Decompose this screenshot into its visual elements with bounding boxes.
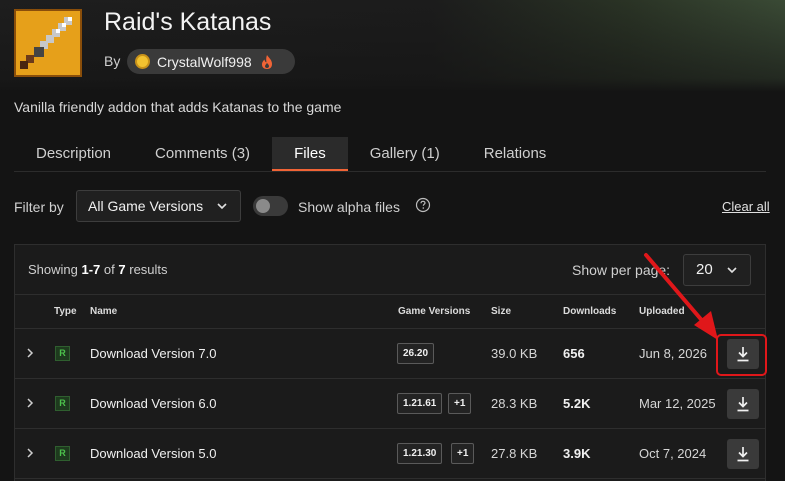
per-page-select[interactable]: 20 [683, 254, 751, 286]
chevron-right-icon[interactable] [25, 396, 35, 410]
release-type-badge: R [55, 396, 70, 411]
author-name: CrystalWolf998 [157, 53, 252, 70]
tab-divider [14, 171, 766, 172]
alpha-files-toggle[interactable] [253, 196, 288, 216]
mod-description: Vanilla friendly addon that adds Katanas… [14, 99, 342, 115]
author-link[interactable]: CrystalWolf998 [127, 49, 295, 74]
download-highlight-box [716, 334, 767, 376]
per-page-value: 20 [696, 261, 713, 278]
katana-icon [16, 11, 80, 75]
download-icon [737, 397, 749, 412]
flame-icon [261, 54, 272, 69]
toggle-knob [256, 199, 270, 213]
results-suffix: results [129, 262, 168, 277]
tab-description[interactable]: Description [14, 137, 133, 171]
file-size: 28.3 KB [491, 396, 538, 411]
header-type[interactable]: Type [54, 306, 77, 317]
header-game-versions[interactable]: Game Versions [398, 306, 470, 317]
header-downloads[interactable]: Downloads [563, 306, 616, 317]
game-version-badge: 26.20 [397, 343, 435, 364]
mod-icon [14, 9, 82, 77]
file-name[interactable]: Download Version 6.0 [90, 396, 216, 411]
file-name[interactable]: Download Version 7.0 [90, 346, 216, 361]
download-count: 3.9K [563, 446, 591, 461]
game-version-badge: 1.21.61 [397, 393, 443, 414]
upload-date: Oct 7, 2024 [639, 446, 707, 461]
table-row[interactable]: R Download Version 5.0 1.21.30 +1 27.8 K… [15, 429, 765, 479]
chevron-down-icon [727, 267, 737, 274]
results-total: 7 [118, 262, 126, 277]
results-of: of [103, 262, 115, 277]
release-type-badge: R [55, 446, 70, 461]
mod-title: Raid's Katanas [104, 8, 272, 36]
extra-versions-badge[interactable]: +1 [448, 393, 472, 414]
tab-bar: Description Comments (3) Files Gallery (… [14, 137, 568, 171]
author-avatar-icon [135, 54, 150, 69]
download-icon [737, 447, 749, 462]
results-range: 1-7 [81, 262, 101, 277]
tab-comments[interactable]: Comments (3) [133, 137, 272, 171]
help-icon[interactable] [415, 197, 431, 213]
chevron-down-icon [217, 203, 227, 210]
file-size: 39.0 KB [491, 346, 538, 361]
file-size: 27.8 KB [491, 446, 538, 461]
tab-files[interactable]: Files [272, 137, 348, 171]
alpha-files-label: Show alpha files [298, 199, 400, 215]
download-button[interactable] [727, 439, 759, 469]
chevron-right-icon[interactable] [25, 346, 35, 360]
showing-prefix: Showing [28, 262, 78, 277]
filter-label: Filter by [14, 199, 64, 215]
clear-all-link[interactable]: Clear all [722, 199, 770, 214]
file-name[interactable]: Download Version 5.0 [90, 446, 216, 461]
header-size[interactable]: Size [491, 306, 511, 317]
results-summary: Showing 1-7 of 7 results [28, 262, 168, 277]
game-version-badge: 1.21.30 [397, 443, 443, 464]
release-type-badge: R [55, 346, 70, 361]
tab-relations[interactable]: Relations [462, 137, 569, 171]
chevron-right-icon[interactable] [25, 446, 35, 460]
download-count: 5.2K [563, 396, 591, 411]
table-row[interactable]: R Download Version 7.0 26.20 39.0 KB 656… [15, 329, 765, 379]
download-button[interactable] [727, 389, 759, 419]
download-count: 656 [563, 346, 585, 361]
header-name[interactable]: Name [90, 306, 117, 317]
table-row[interactable]: R Download Version 6.0 1.21.61 +1 28.3 K… [15, 379, 765, 429]
game-version-value: All Game Versions [88, 198, 204, 214]
tab-gallery[interactable]: Gallery (1) [348, 137, 462, 171]
by-label: By [104, 53, 121, 69]
per-page-label: Show per page: [572, 262, 671, 278]
header-uploaded[interactable]: Uploaded [639, 306, 685, 317]
upload-date: Jun 8, 2026 [639, 346, 707, 361]
table-header: Type Name Game Versions Size Downloads U… [15, 294, 765, 329]
extra-versions-badge[interactable]: +1 [451, 443, 475, 464]
upload-date: Mar 12, 2025 [639, 396, 716, 411]
game-version-select[interactable]: All Game Versions [76, 190, 241, 222]
